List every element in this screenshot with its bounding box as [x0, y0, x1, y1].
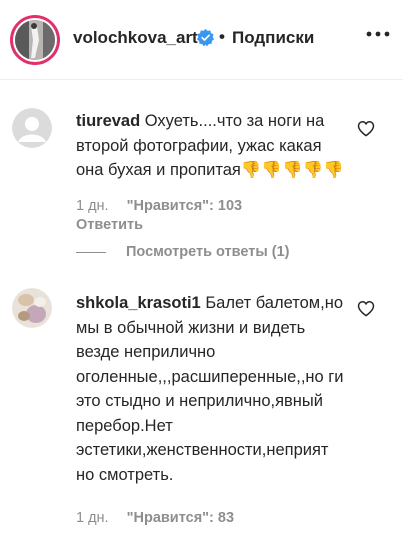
- comment-username[interactable]: tiurevad: [76, 112, 140, 130]
- like-heart-icon[interactable]: [357, 120, 375, 137]
- comment-avatar[interactable]: [12, 108, 52, 148]
- separator-dot: •: [219, 27, 225, 46]
- comment-time: 1 дн.: [76, 198, 109, 214]
- comment-time: 1 дн.: [76, 510, 109, 526]
- comment-username[interactable]: shkola_krasoti1: [76, 294, 201, 312]
- view-replies-label: Посмотреть ответы (1): [126, 244, 290, 260]
- header-username[interactable]: volochkova_art: [73, 28, 198, 48]
- comment-likes[interactable]: "Нравится": 83: [127, 510, 234, 526]
- comment-meta: 1 дн. "Нравится": 103: [76, 198, 256, 214]
- comment-text-block: tiurevad Охуеть....что за ноги на второй…: [76, 109, 348, 183]
- like-heart-icon[interactable]: [357, 300, 375, 317]
- avatar-image: [15, 20, 55, 60]
- more-options-icon[interactable]: [366, 30, 390, 38]
- comment-body: Балет балетом,но мы в обычной жизни и ви…: [76, 294, 344, 484]
- reply-button[interactable]: Ответить: [76, 217, 143, 233]
- comment-text-block: shkola_krasoti1 Балет балетом,но мы в об…: [76, 291, 348, 487]
- replies-divider-line: [76, 252, 106, 253]
- comment-avatar[interactable]: [12, 288, 52, 328]
- comment-likes[interactable]: "Нравится": 103: [127, 198, 242, 214]
- comment-meta: 1 дн. "Нравится": 83: [76, 510, 248, 526]
- post-header: volochkova_art • Подписки: [0, 0, 403, 80]
- verified-badge-icon: [197, 29, 214, 46]
- profile-avatar[interactable]: [10, 15, 60, 65]
- following-button[interactable]: Подписки: [232, 28, 314, 48]
